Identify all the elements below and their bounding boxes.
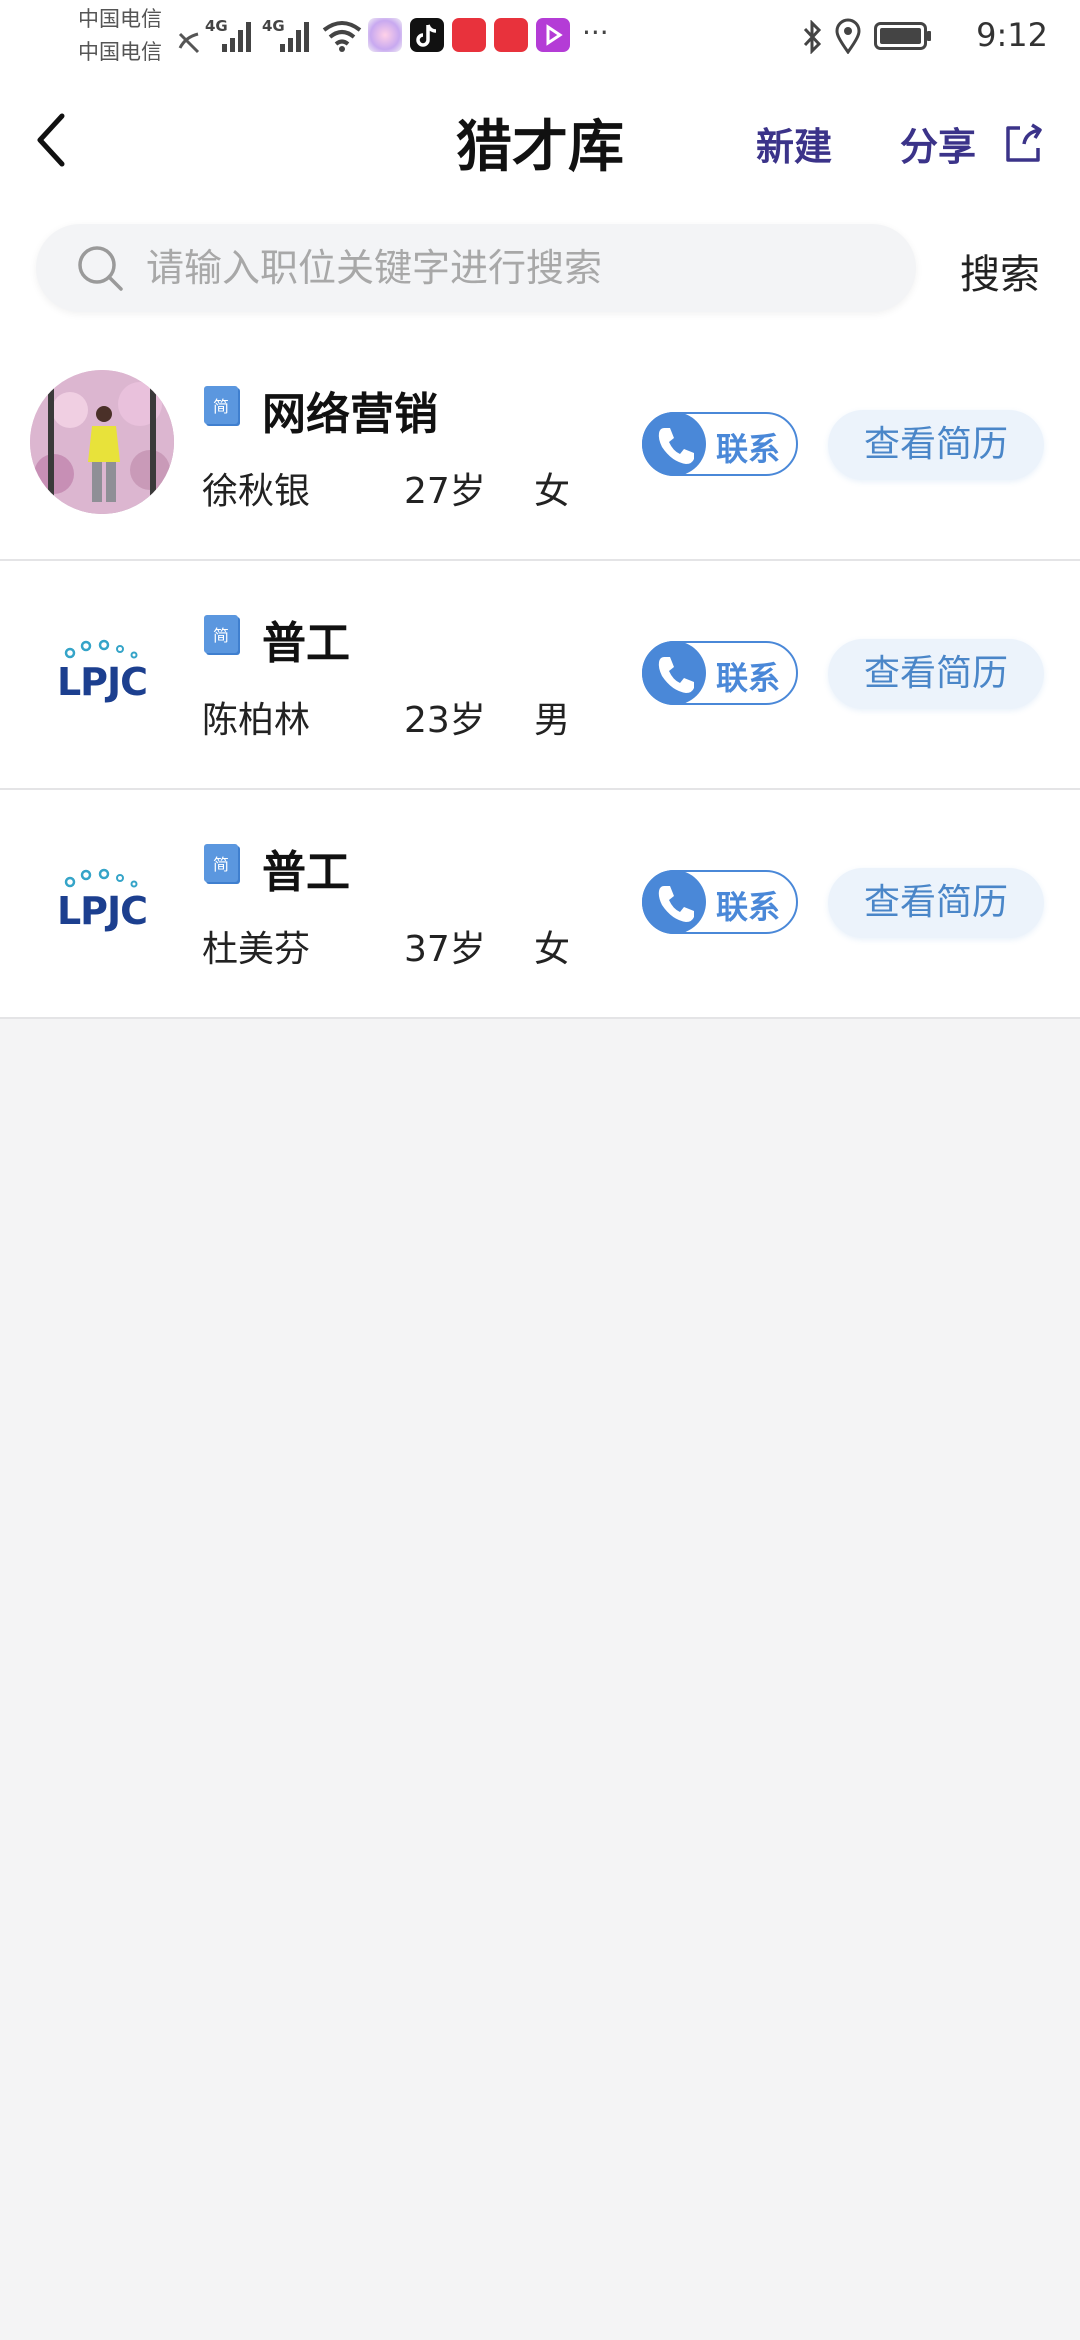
- contact-button[interactable]: 联系: [642, 412, 798, 476]
- contact-button[interactable]: 联系: [642, 870, 798, 934]
- video-app-icon: [536, 18, 570, 52]
- candidate-age: 23岁: [404, 700, 486, 741]
- contact-label: 联系: [716, 659, 781, 697]
- search-button[interactable]: 搜索: [960, 242, 1040, 300]
- candidate-row[interactable]: 简 网络营销 徐秋银 27岁 女 联系 查看简历: [0, 332, 1080, 561]
- svg-text:简: 简: [213, 855, 229, 874]
- resume-tag-icon: 简: [204, 386, 240, 426]
- clock: 9:12: [976, 16, 1048, 54]
- tiktok-app-icon: [410, 18, 444, 52]
- candidate-row[interactable]: LPJC 简 普工 杜美芬 37岁 女 联系 查看简历: [0, 790, 1080, 1019]
- company-logo: LPJC: [30, 828, 174, 972]
- call-off-icon: [178, 32, 200, 54]
- new-button[interactable]: 新建: [756, 116, 832, 171]
- candidate-row[interactable]: LPJC 简 普工 陈柏林 23岁 男 联系 查看简历: [0, 561, 1080, 790]
- wifi-icon: [322, 21, 362, 52]
- phone-icon: [642, 641, 706, 705]
- view-resume-label: 查看简历: [863, 424, 1008, 465]
- company-logo: LPJC: [30, 599, 174, 743]
- toutiao-app-icon: [452, 18, 486, 52]
- view-resume-label: 查看简历: [863, 882, 1008, 923]
- resume-tag-icon: 简: [204, 615, 240, 655]
- signal-1-icon: [222, 22, 251, 52]
- candidate-list: 简 网络营销 徐秋银 27岁 女 联系 查看简历 LPJC 简 普工 陈柏林 2…: [0, 332, 1080, 1019]
- battery-icon: [874, 22, 931, 50]
- candidate-age: 37岁: [404, 929, 486, 970]
- svg-text:LPJC: LPJC: [57, 889, 147, 933]
- share-button[interactable]: 分享: [900, 116, 976, 171]
- job-title: 普工: [262, 618, 350, 669]
- svg-text:简: 简: [213, 397, 229, 416]
- candidate-name: 陈柏林: [202, 700, 311, 741]
- contact-label: 联系: [716, 888, 781, 926]
- phone-icon: [642, 870, 706, 934]
- photos-app-icon: [368, 18, 402, 52]
- candidate-gender: 女: [534, 471, 571, 512]
- view-resume-label: 查看简历: [863, 653, 1008, 694]
- job-title: 网络营销: [262, 389, 438, 440]
- candidate-gender: 女: [534, 929, 571, 970]
- contact-button[interactable]: 联系: [642, 641, 798, 705]
- job-title: 普工: [262, 847, 350, 898]
- carrier-1: 中国电信: [78, 7, 162, 31]
- view-resume-button[interactable]: 查看简历: [828, 639, 1044, 709]
- carrier-2: 中国电信: [78, 40, 162, 64]
- svg-text:LPJC: LPJC: [57, 660, 147, 704]
- svg-text:简: 简: [213, 626, 229, 645]
- more-notifications: ···: [582, 16, 609, 49]
- candidate-gender: 男: [534, 700, 571, 741]
- contact-label: 联系: [716, 430, 781, 468]
- candidate-age: 27岁: [404, 471, 486, 512]
- app-header: 猎才库 新建 分享: [0, 72, 1080, 212]
- location-icon: [835, 18, 861, 54]
- phone-icon: [642, 412, 706, 476]
- search-input[interactable]: [146, 224, 886, 312]
- search-bar: 搜索: [0, 212, 1080, 332]
- search-icon: [78, 246, 123, 291]
- signal-2-icon: [280, 22, 309, 52]
- candidate-avatar-photo: [30, 370, 174, 514]
- search-box[interactable]: [36, 224, 916, 312]
- candidate-name: 徐秋银: [202, 471, 311, 512]
- view-resume-button[interactable]: 查看简历: [828, 410, 1044, 480]
- share-icon[interactable]: [1002, 122, 1044, 164]
- resume-tag-icon: 简: [204, 844, 240, 884]
- view-resume-button[interactable]: 查看简历: [828, 868, 1044, 938]
- status-bar: 中国电信 中国电信 4G 4G ··· 9:12: [0, 0, 1080, 72]
- app-icon-red: [494, 18, 528, 52]
- candidate-name: 杜美芬: [202, 929, 311, 970]
- bluetooth-icon: [803, 20, 822, 54]
